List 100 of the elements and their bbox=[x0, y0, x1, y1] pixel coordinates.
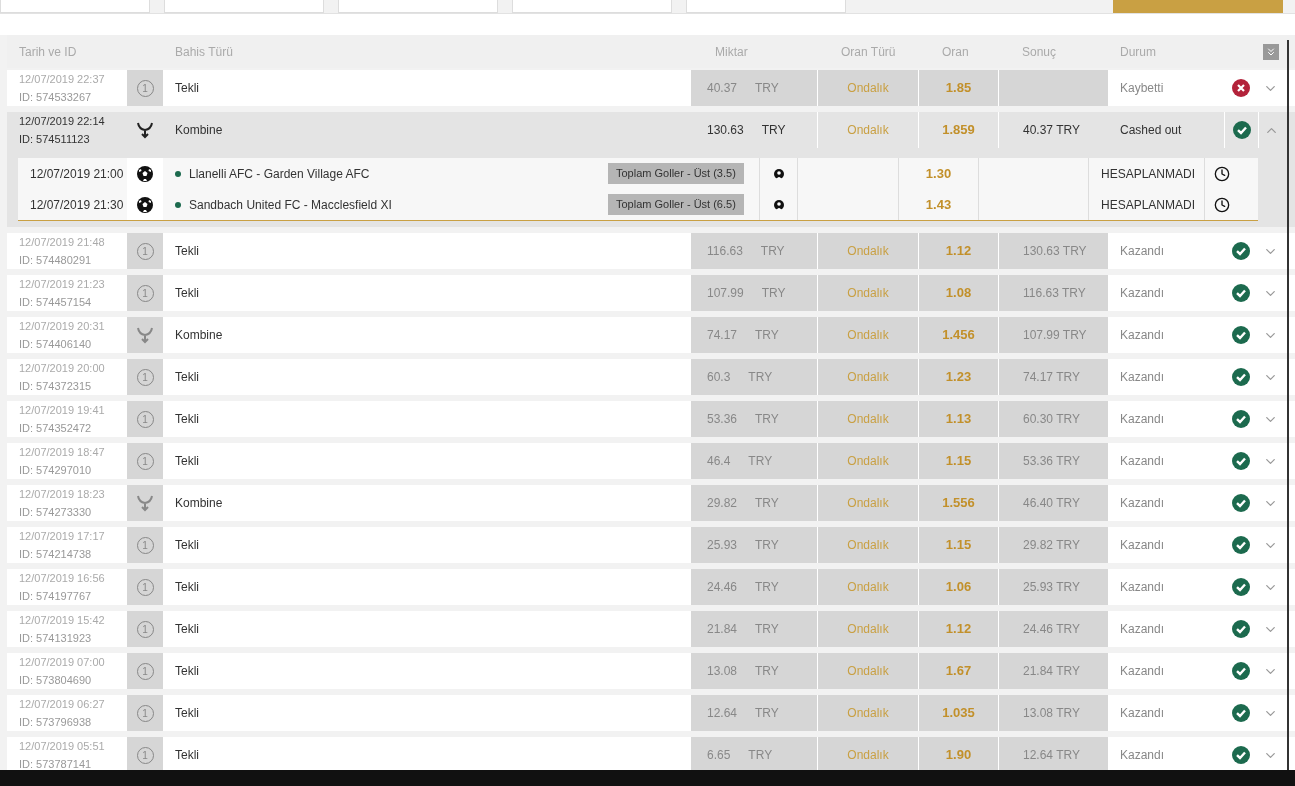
bet-row[interactable]: 12/07/2019 18:47 ID: 574297010 1 Tekli 46.4 TRY Ondalık 1.15 53.36 TRY Kazandı bbox=[7, 443, 1295, 479]
filter-field[interactable] bbox=[512, 0, 672, 13]
bet-date: 12/07/2019 20:00 bbox=[19, 361, 106, 376]
stake-amount: 60.3 bbox=[707, 369, 731, 386]
currency-label: TRY bbox=[748, 747, 773, 764]
expand-all-button[interactable] bbox=[1262, 43, 1279, 60]
bet-type: Tekli bbox=[174, 411, 200, 428]
bet-id: ID: 574273330 bbox=[19, 505, 93, 520]
status-text: Kazandı bbox=[1119, 243, 1166, 260]
stake-amount: 12.64 bbox=[707, 705, 738, 722]
odds-value: 1.556 bbox=[918, 485, 998, 521]
bet-type: Tekli bbox=[174, 621, 200, 638]
bet-type: Kombine bbox=[174, 495, 224, 512]
bet-row[interactable]: 12/07/2019 06:27 ID: 573796938 1 Tekli 12.64 TRY Ondalık 1.035 13.08 TRY Kazandı bbox=[7, 695, 1295, 731]
match-name: Llanelli AFC - Garden Village AFC bbox=[189, 165, 370, 183]
filter-field[interactable] bbox=[0, 0, 150, 13]
bet-row[interactable]: 12/07/2019 16:56 ID: 574197767 1 Tekli 24.46 TRY Ondalık 1.06 25.93 TRY Kazandı bbox=[7, 569, 1295, 605]
bet-row[interactable]: 12/07/2019 20:31 ID: 574406140 Kombine 74.17 TRY Ondalık 1.456 107.99 TRY Kazandı bbox=[7, 317, 1295, 353]
status-text: Kazandı bbox=[1119, 327, 1166, 344]
stake-amount: 53.36 bbox=[707, 411, 738, 428]
bet-type: Tekli bbox=[174, 243, 200, 260]
currency-label: TRY bbox=[755, 327, 779, 344]
merge-arrow-icon bbox=[136, 326, 154, 344]
payout-amount: 13.08 TRY bbox=[1023, 705, 1080, 722]
bet-row[interactable]: 12/07/2019 18:23 ID: 574273330 Kombine 29.82 TRY Ondalık 1.556 46.40 TRY Kazandı bbox=[7, 485, 1295, 521]
column-header: Miktar bbox=[714, 43, 749, 61]
payout-amount: 40.37 TRY bbox=[1023, 122, 1080, 139]
odds-value: 1.13 bbox=[918, 401, 998, 437]
currency-label: TRY bbox=[761, 122, 786, 139]
odds-value: 1.85 bbox=[918, 70, 998, 106]
bet-type: Tekli bbox=[174, 80, 200, 97]
scrollbar-thumb[interactable] bbox=[1287, 40, 1289, 770]
bet-type: Tekli bbox=[174, 663, 200, 680]
odds-value: 1.06 bbox=[918, 569, 998, 605]
market-label: Toplam Goller - Üst (6.5) bbox=[608, 194, 744, 215]
odds-type: Ondalık bbox=[817, 569, 918, 605]
odds-type: Ondalık bbox=[817, 275, 918, 311]
column-header: Sonuç bbox=[1021, 43, 1058, 61]
odds-type: Ondalık bbox=[817, 401, 918, 437]
filter-field[interactable] bbox=[338, 0, 498, 13]
status-text: Kazandı bbox=[1119, 747, 1166, 764]
currency-label: TRY bbox=[755, 663, 779, 680]
bet-type: Kombine bbox=[174, 327, 224, 344]
odds-value: 1.15 bbox=[918, 527, 998, 563]
clock-icon bbox=[1213, 196, 1230, 213]
column-header: Durum bbox=[1119, 43, 1157, 61]
payout-amount: 24.46 TRY bbox=[1023, 621, 1080, 638]
bet-row[interactable]: 12/07/2019 07:00 ID: 573804690 1 Tekli 13.08 TRY Ondalık 1.67 21.84 TRY Kazandı bbox=[7, 653, 1295, 689]
bet-date: 12/07/2019 17:17 bbox=[19, 529, 106, 544]
status-text: Kazandı bbox=[1119, 663, 1166, 680]
filter-field[interactable] bbox=[164, 0, 324, 13]
odds-type: Ondalık bbox=[817, 359, 918, 395]
bet-row[interactable]: 12/07/2019 21:48 ID: 574480291 1 Tekli 116.63 TRY Ondalık 1.12 130.63 TRY Kazandı bbox=[7, 233, 1295, 269]
bet-id: ID: 574131923 bbox=[19, 631, 93, 646]
stake-amount: 13.08 bbox=[707, 663, 738, 680]
odds-type: Ondalık bbox=[817, 695, 918, 731]
bet-date: 12/07/2019 19:41 bbox=[19, 403, 106, 418]
bet-type: Tekli bbox=[174, 579, 200, 596]
bet-date: 12/07/2019 20:31 bbox=[19, 319, 106, 334]
status-text: Kazandı bbox=[1119, 285, 1166, 302]
match-name: Sandbach United FC - Macclesfield XI bbox=[189, 196, 392, 214]
odds-type: Ondalık bbox=[817, 737, 918, 773]
bet-type: Tekli bbox=[174, 747, 200, 764]
bet-date: 12/07/2019 22:37 bbox=[19, 72, 106, 87]
bet-row[interactable]: 12/07/2019 22:14 ID: 574511123 Kombine 130.63 TRY Ondalık 1.859 40.37 TRY Cashed out bbox=[7, 112, 1295, 148]
bet-id: ID: 574406140 bbox=[19, 337, 93, 352]
event-date: 12/07/2019 21:00 bbox=[29, 165, 125, 183]
bet-row[interactable]: 12/07/2019 21:23 ID: 574457154 1 Tekli 107.99 TRY Ondalık 1.08 116.63 TRY Kazandı bbox=[7, 275, 1295, 311]
market-label: Toplam Goller - Üst (3.5) bbox=[608, 163, 744, 184]
filter-field[interactable] bbox=[686, 0, 846, 13]
status-text: Kazandı bbox=[1119, 453, 1166, 470]
odds-value: 1.43 bbox=[898, 189, 978, 220]
bet-row[interactable]: 12/07/2019 17:17 ID: 574214738 1 Tekli 25.93 TRY Ondalık 1.15 29.82 TRY Kazandı bbox=[7, 527, 1295, 563]
payout-amount: 21.84 TRY bbox=[1023, 663, 1080, 680]
bet-row[interactable]: 12/07/2019 22:37 ID: 574533267 1 Tekli 40.37 TRY Ondalık 1.85 Kaybetti bbox=[7, 70, 1295, 106]
odds-value: 1.15 bbox=[918, 443, 998, 479]
currency-label: TRY bbox=[748, 453, 773, 470]
bet-row[interactable]: 12/07/2019 05:51 ID: 573787141 1 Tekli 6.65 TRY Ondalık 1.90 12.64 TRY Kazandı bbox=[7, 737, 1295, 773]
stake-amount: 21.84 bbox=[707, 621, 738, 638]
bet-date: 12/07/2019 22:14 bbox=[19, 114, 106, 129]
payout-amount: 12.64 TRY bbox=[1023, 747, 1080, 764]
soccer-ball-icon bbox=[137, 165, 153, 182]
bet-row[interactable]: 12/07/2019 15:42 ID: 574131923 1 Tekli 21.84 TRY Ondalık 1.12 24.46 TRY Kazandı bbox=[7, 611, 1295, 647]
odds-value: 1.90 bbox=[918, 737, 998, 773]
bet-date: 12/07/2019 15:42 bbox=[19, 613, 106, 628]
status-text: Kazandı bbox=[1119, 579, 1166, 596]
column-header: Tarih ve ID bbox=[18, 43, 78, 61]
currency-label: TRY bbox=[755, 705, 779, 722]
bet-id: ID: 573804690 bbox=[19, 673, 93, 688]
bet-row[interactable]: 12/07/2019 20:00 ID: 574372315 1 Tekli 60.3 TRY Ondalık 1.23 74.17 TRY Kazandı bbox=[7, 359, 1295, 395]
column-header: Bahis Türü bbox=[174, 43, 234, 61]
clock-icon bbox=[1213, 165, 1230, 182]
stake-amount: 116.63 bbox=[707, 243, 743, 260]
stake-amount: 29.82 bbox=[707, 495, 738, 512]
bet-date: 12/07/2019 18:47 bbox=[19, 445, 106, 460]
bet-row[interactable]: 12/07/2019 19:41 ID: 574352472 1 Tekli 53.36 TRY Ondalık 1.13 60.30 TRY Kazandı bbox=[7, 401, 1295, 437]
bet-id: ID: 573787141 bbox=[19, 757, 93, 772]
payout-amount: 60.30 TRY bbox=[1023, 411, 1080, 428]
bet-date: 12/07/2019 16:56 bbox=[19, 571, 106, 586]
payout-amount: 116.63 TRY bbox=[1023, 285, 1086, 302]
